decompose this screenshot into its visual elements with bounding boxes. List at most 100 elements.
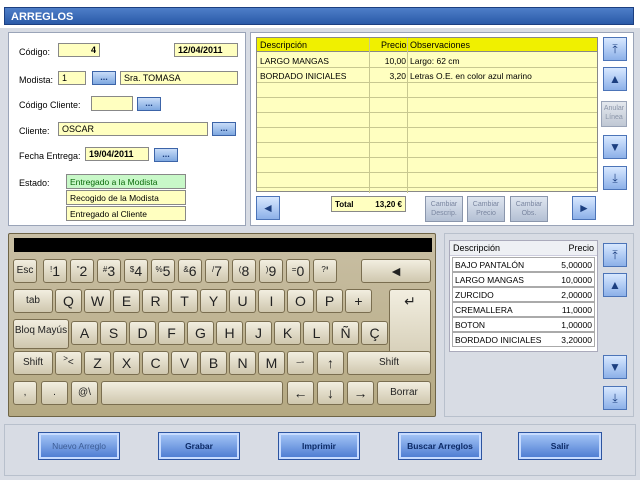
key-6[interactable]: H [216,321,243,345]
table-row-empty[interactable] [257,158,597,173]
key-2[interactable]: S [100,321,127,345]
estado-option[interactable]: Entregado a la Modista [66,174,186,189]
key-9[interactable]: M [258,351,285,375]
estado-option[interactable]: Entregado al Cliente [66,206,186,221]
salir-button[interactable]: Salir [518,432,602,460]
key-8[interactable]: N [229,351,256,375]
key-underscore-minus[interactable]: _- [287,351,314,375]
key-7[interactable]: J [245,321,272,345]
key-10[interactable]: P [316,289,343,313]
list-scroll-bottom-button[interactable]: ⤓ [603,386,627,410]
key-less-greater[interactable]: >< [55,351,82,375]
key-8[interactable]: (8 [232,259,256,283]
key-1[interactable]: Q [55,289,82,313]
fecha-entrega-field[interactable]: 19/04/2011 [85,147,149,161]
key-5[interactable]: G [187,321,214,345]
key-3[interactable]: #3 [97,259,121,283]
key-3[interactable]: E [113,289,140,313]
key-tab[interactable]: tab [13,289,53,313]
table-row-empty[interactable] [257,98,597,113]
key-at[interactable]: @\ [71,381,98,405]
cambiar-obs-button[interactable]: Cambiar Obs. [510,196,548,222]
key-arrow-down[interactable]: ↓ [317,381,344,405]
key-9[interactable]: )9 [259,259,283,283]
buscar-arreglos-button[interactable]: Buscar Arreglos [398,432,482,460]
imprimir-button[interactable]: Imprimir [278,432,360,460]
codigo-field[interactable]: 4 [58,43,100,57]
key-2[interactable]: W [84,289,111,313]
key-backspace[interactable]: ◄ [361,259,431,283]
key-9[interactable]: O [287,289,314,313]
key-1[interactable]: !1 [43,259,67,283]
table-row[interactable]: BORDADO INICIALES 3,20 Letras O.E. en co… [257,68,597,83]
key-9[interactable]: L [303,321,330,345]
list-scroll-down-button[interactable]: ▼ [603,355,627,379]
scroll-top-button[interactable]: ⤒ [603,37,627,61]
key-shift-right[interactable]: Shift [347,351,431,375]
table-row-empty[interactable] [257,113,597,128]
modista-id-field[interactable]: 1 [58,71,86,85]
key-arrow-left[interactable]: ← [287,381,314,405]
key-esc[interactable]: Esc [13,259,37,283]
fecha-field[interactable]: 12/04/2011 [174,43,238,57]
table-row-empty[interactable] [257,143,597,158]
list-item[interactable]: CREMALLERA 11,0000 [452,302,595,317]
cliente-field[interactable]: OSCAR [58,122,208,136]
observations-table[interactable]: Descripción Precio Observaciones LARGO M… [256,37,598,193]
scroll-bottom-button[interactable]: ⤓ [603,166,627,190]
key-11[interactable]: ?' [313,259,337,283]
scroll-down-button[interactable]: ▼ [603,135,627,159]
key-8[interactable]: K [274,321,301,345]
list-item[interactable]: BORDADO INICIALES 3,20000 [452,332,595,347]
list-item[interactable]: BOTON 1,00000 [452,317,595,332]
estado-option[interactable]: Recogido de la Modista [66,190,186,205]
key-4[interactable]: R [142,289,169,313]
table-row[interactable]: LARGO MANGAS 10,00 Largo: 62 cm [257,53,597,68]
modista-lookup-button[interactable]: ... [92,71,116,85]
cliente-code-lookup-button[interactable]: ... [137,97,161,111]
nuevo-arreglo-button[interactable]: Nuevo Arreglo [38,432,120,460]
fecha-entrega-picker-button[interactable]: ... [154,148,178,162]
cambiar-precio-button[interactable]: Cambiar Precio [467,196,505,222]
key-comma[interactable]: , [13,381,37,405]
key-3[interactable]: Z [84,351,111,375]
key-shift-left[interactable]: Shift [13,351,53,375]
list-scroll-up-button[interactable]: ▲ [603,273,627,297]
key-arrow-right[interactable]: → [347,381,374,405]
table-row-empty[interactable] [257,173,597,188]
key-5[interactable]: C [142,351,169,375]
key-caps[interactable]: Bloq Mayús [13,319,69,349]
list-scroll-top-button[interactable]: ⤒ [603,243,627,267]
key-1[interactable]: A [71,321,98,345]
key-11[interactable]: Ç [361,321,388,345]
next-button[interactable]: ► [572,196,596,220]
scroll-up-button[interactable]: ▲ [603,67,627,91]
key-8[interactable]: I [258,289,285,313]
key-7[interactable]: U [229,289,256,313]
table-row-empty[interactable] [257,128,597,143]
table-row-empty[interactable] [257,83,597,98]
price-list[interactable]: Descripción Precio BAJO PANTALÓN 5,00000 … [449,240,598,352]
key-6[interactable]: V [171,351,198,375]
key-borrar[interactable]: Borrar [377,381,431,405]
key-7[interactable]: B [200,351,227,375]
key-2[interactable]: "2 [70,259,94,283]
key-period[interactable]: . [41,381,68,405]
key-11[interactable]: + [345,289,372,313]
key-4[interactable]: F [158,321,185,345]
cambiar-descrip-button[interactable]: Cambiar Descrip. [425,196,463,222]
key-6[interactable]: &6 [178,259,202,283]
key-4[interactable]: X [113,351,140,375]
key-arrow-up[interactable]: ↑ [317,351,344,375]
codigo-cliente-field[interactable] [91,96,133,111]
list-item[interactable]: LARGO MANGAS 10,0000 [452,272,595,287]
prev-button[interactable]: ◄ [256,196,280,220]
grabar-button[interactable]: Grabar [158,432,240,460]
key-7[interactable]: /7 [205,259,229,283]
key-5[interactable]: %5 [151,259,175,283]
list-item[interactable]: ZURCIDO 2,00000 [452,287,595,302]
anular-linea-button[interactable]: Anular Línea [601,101,627,127]
key-3[interactable]: D [129,321,156,345]
key-10[interactable]: Ñ [332,321,359,345]
key-10[interactable]: =0 [286,259,310,283]
